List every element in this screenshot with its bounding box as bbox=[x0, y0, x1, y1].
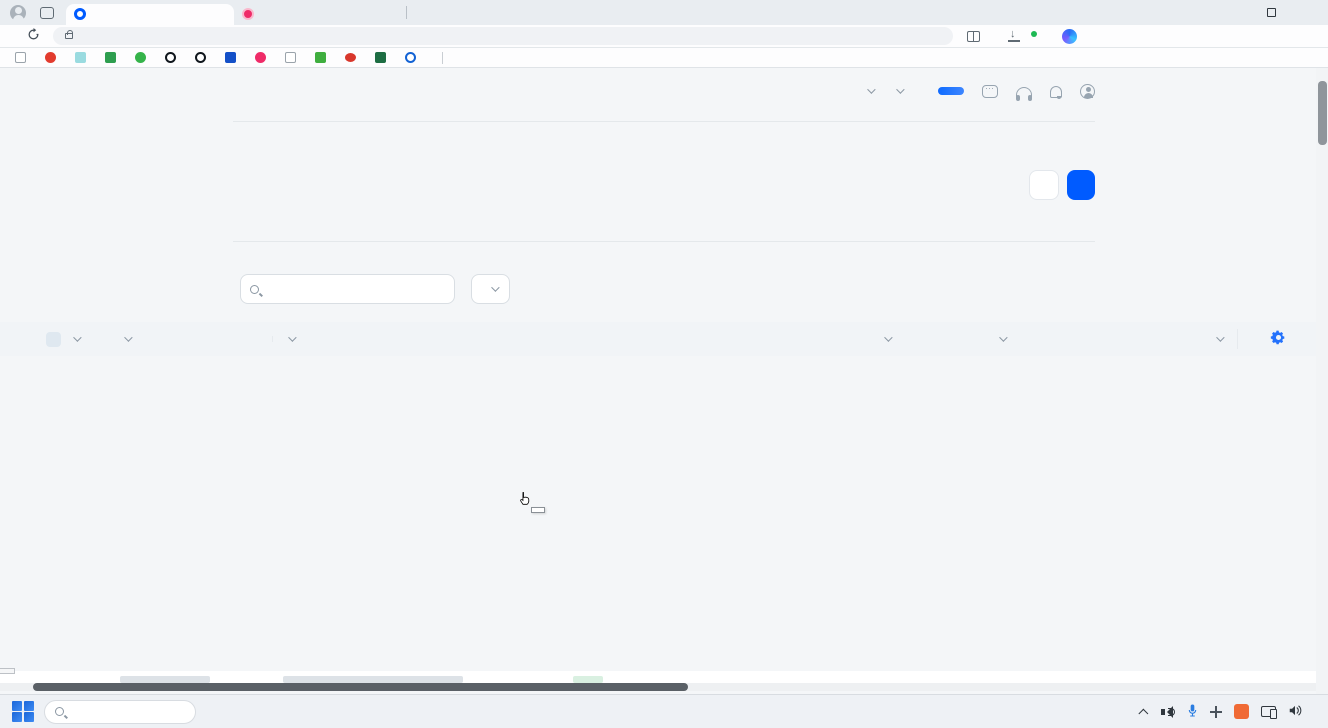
bookmark-favicon bbox=[15, 52, 26, 63]
seller-header bbox=[233, 78, 1095, 104]
language-selector[interactable] bbox=[891, 88, 902, 94]
download-template-button[interactable] bbox=[1029, 170, 1059, 200]
chat-icon[interactable] bbox=[982, 85, 998, 98]
start-button[interactable] bbox=[12, 701, 34, 723]
workspaces-icon[interactable] bbox=[40, 7, 54, 19]
search-row bbox=[240, 274, 510, 304]
status-bar-link bbox=[0, 668, 15, 674]
bookmark-favicon bbox=[225, 52, 236, 63]
chevron-down-icon bbox=[1216, 333, 1224, 341]
profile-avatar-icon[interactable] bbox=[10, 5, 26, 21]
chevron-down-icon bbox=[896, 85, 904, 93]
bookmark-item[interactable] bbox=[278, 52, 308, 63]
address-bar[interactable] bbox=[53, 27, 953, 45]
refresh-button[interactable] bbox=[18, 28, 49, 44]
bookmark-item[interactable] bbox=[188, 52, 218, 63]
bookmark-favicon bbox=[255, 52, 266, 63]
bookmark-favicon bbox=[195, 52, 206, 63]
bookmark-favicon bbox=[345, 53, 356, 62]
divider bbox=[442, 52, 443, 64]
bookmark-item[interactable] bbox=[218, 52, 248, 63]
volume-icon[interactable] bbox=[1288, 704, 1302, 720]
bookmark-favicon bbox=[105, 52, 116, 63]
bookmark-item[interactable] bbox=[128, 52, 158, 63]
chevron-down-icon bbox=[999, 333, 1007, 341]
bookmark-item[interactable] bbox=[368, 52, 398, 63]
bookmark-favicon bbox=[135, 52, 146, 63]
chevron-down-icon bbox=[288, 333, 296, 341]
bookmark-favicon bbox=[45, 52, 56, 63]
table-header-row bbox=[0, 322, 1316, 356]
bookmark-item[interactable] bbox=[8, 52, 38, 63]
ime-toolbox-icon[interactable] bbox=[1210, 706, 1222, 718]
browser-tab-strip bbox=[0, 0, 1328, 25]
filters-button[interactable] bbox=[471, 274, 510, 304]
bookmark-item[interactable] bbox=[308, 52, 338, 63]
bookmarks-bar bbox=[0, 48, 1328, 68]
bookmark-favicon bbox=[75, 52, 86, 63]
microphone-icon[interactable] bbox=[1187, 703, 1198, 721]
search-icon bbox=[55, 707, 64, 716]
chevron-down-icon bbox=[73, 333, 81, 341]
vertical-scrollbar-track[interactable] bbox=[1316, 68, 1328, 694]
bookmark-favicon bbox=[285, 52, 296, 63]
page-content bbox=[0, 68, 1328, 694]
account-avatar-icon[interactable] bbox=[1080, 84, 1095, 99]
screen-cast-icon[interactable] bbox=[1261, 706, 1276, 717]
add-product-button[interactable] bbox=[1067, 170, 1095, 200]
bookmark-item[interactable] bbox=[338, 53, 368, 62]
chevron-down-icon bbox=[867, 85, 875, 93]
upgrade-button[interactable] bbox=[938, 87, 964, 95]
hidden-icons-chevron[interactable] bbox=[1138, 709, 1148, 719]
search-input[interactable] bbox=[240, 274, 455, 304]
speaker-icon[interactable] bbox=[1161, 706, 1175, 718]
split-screen-icon[interactable] bbox=[967, 31, 980, 42]
bookmark-favicon bbox=[315, 52, 326, 63]
bookmark-favicon bbox=[405, 52, 416, 63]
bookmark-item[interactable] bbox=[68, 52, 98, 63]
downloads-icon[interactable] bbox=[1008, 31, 1020, 42]
browser-tab[interactable] bbox=[234, 4, 402, 25]
bookmark-favicon bbox=[165, 52, 176, 63]
ozon-product-favicon bbox=[242, 8, 254, 20]
taskbar-search[interactable] bbox=[44, 700, 196, 724]
table-settings-gear-icon[interactable] bbox=[1270, 329, 1287, 349]
support-headset-icon[interactable] bbox=[1016, 87, 1032, 97]
select-all-checkbox[interactable] bbox=[46, 332, 61, 347]
products-table bbox=[0, 322, 1316, 356]
search-icon bbox=[250, 285, 259, 294]
sogou-input-icon[interactable] bbox=[1234, 704, 1249, 719]
hover-tooltip bbox=[531, 507, 545, 513]
hand-cursor bbox=[517, 490, 532, 510]
tab-separator bbox=[406, 6, 407, 19]
lock-icon bbox=[65, 33, 73, 39]
bookmark-item[interactable] bbox=[38, 52, 68, 63]
page-header bbox=[233, 170, 1095, 200]
filter-tabs bbox=[233, 231, 1095, 242]
partially-visible-row bbox=[0, 671, 1316, 683]
vertical-scrollbar-thumb[interactable] bbox=[1318, 81, 1327, 145]
chevron-down-icon bbox=[124, 333, 132, 341]
restore-button[interactable] bbox=[1252, 0, 1290, 25]
seller-nav bbox=[233, 112, 1095, 122]
horizontal-scrollbar-thumb[interactable] bbox=[33, 683, 688, 691]
ozon-favicon bbox=[74, 8, 86, 20]
taskbar bbox=[0, 694, 1328, 728]
bookmark-favicon bbox=[375, 52, 386, 63]
browser-toolbar bbox=[0, 25, 1328, 48]
system-tray bbox=[1142, 703, 1328, 721]
chevron-down-icon bbox=[491, 283, 499, 291]
bookmark-item[interactable] bbox=[158, 52, 188, 63]
close-button[interactable] bbox=[1290, 0, 1328, 25]
browser-tab-active[interactable] bbox=[66, 4, 234, 25]
copilot-icon[interactable] bbox=[1062, 29, 1077, 44]
minimize-button[interactable] bbox=[1214, 0, 1252, 25]
bookmark-item[interactable] bbox=[98, 52, 128, 63]
bookmark-item[interactable] bbox=[248, 52, 278, 63]
store-selector[interactable] bbox=[862, 88, 873, 94]
notifications-bell-icon[interactable] bbox=[1050, 86, 1062, 98]
bookmark-item[interactable] bbox=[398, 52, 428, 63]
